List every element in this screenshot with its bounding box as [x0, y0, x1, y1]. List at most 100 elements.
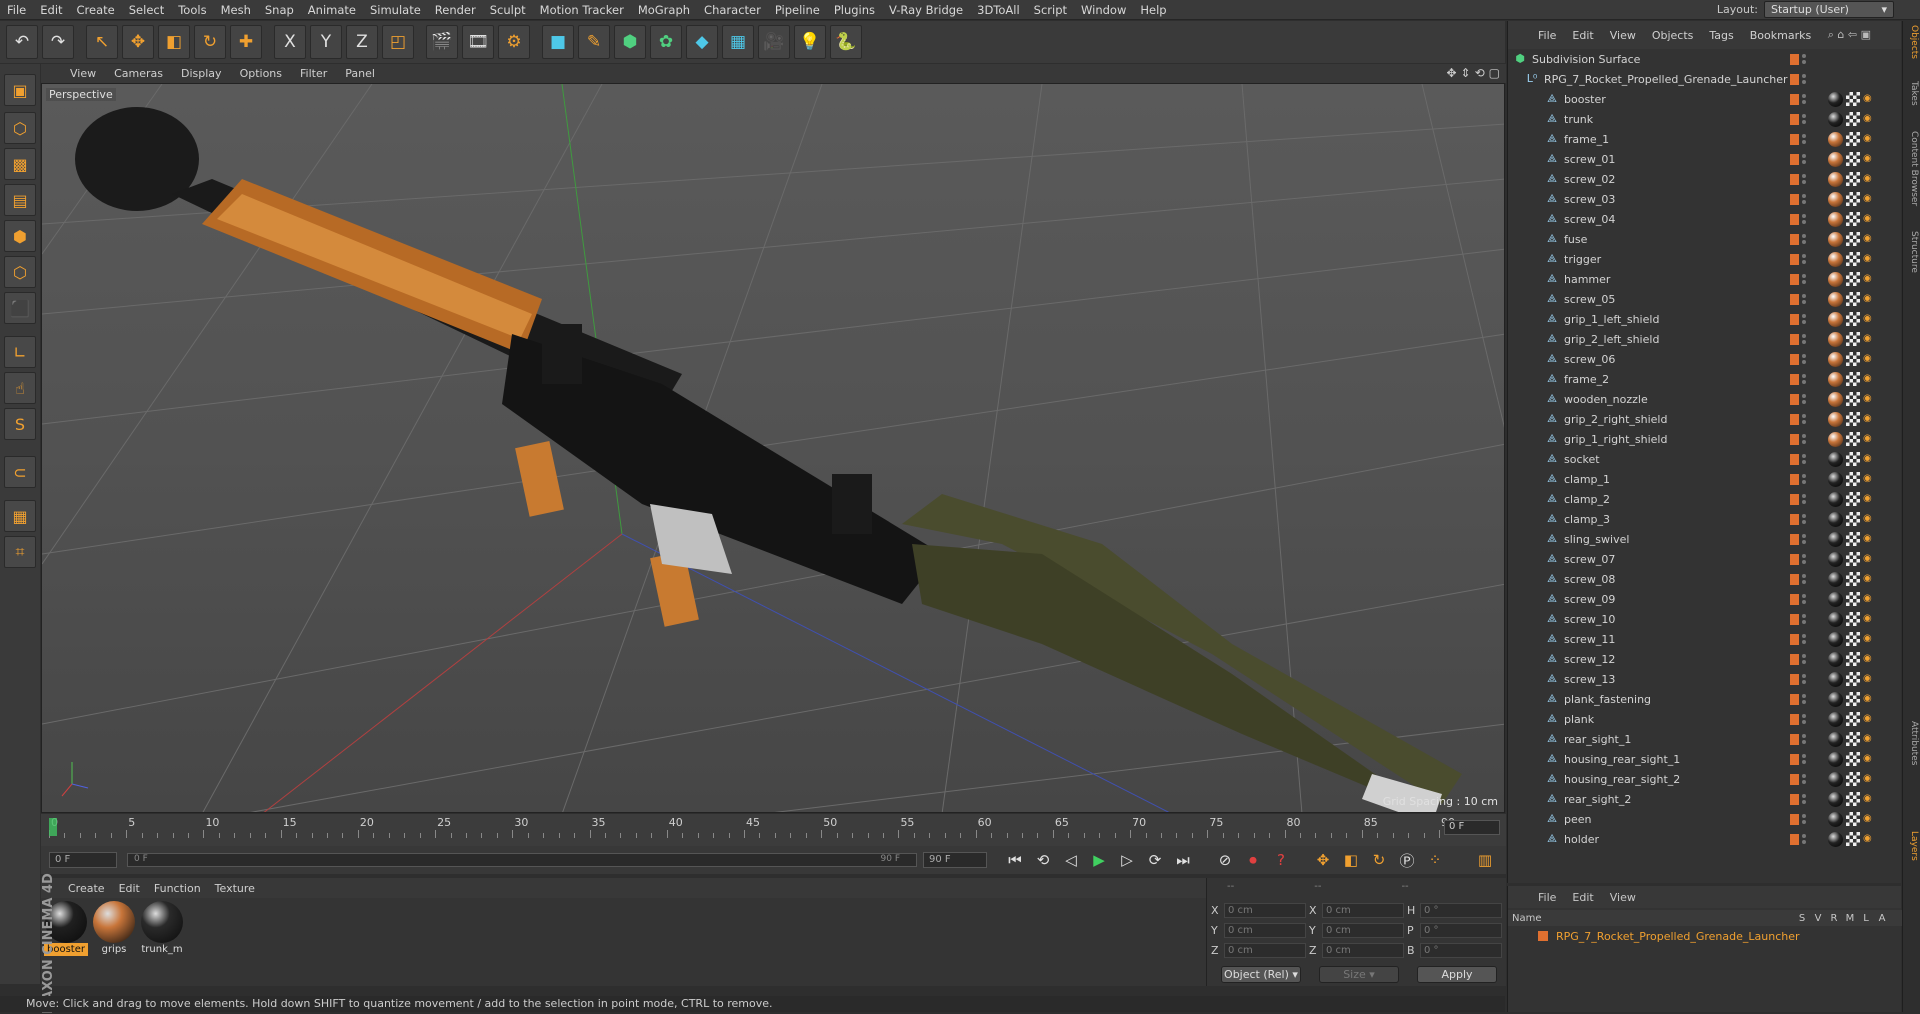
layer-swatch[interactable] — [1790, 553, 1799, 565]
snap-icon[interactable]: S — [4, 408, 36, 440]
uvw-tag-icon[interactable] — [1846, 532, 1860, 546]
cloner-icon[interactable]: ✿ — [650, 25, 682, 59]
axis-icon[interactable]: ∟ — [4, 336, 36, 368]
uvw-tag-icon[interactable] — [1846, 832, 1860, 846]
uvw-tag-icon[interactable] — [1846, 312, 1860, 326]
uvw-tag-icon[interactable] — [1846, 452, 1860, 466]
visibility-dots[interactable] — [1802, 333, 1806, 345]
layer-swatch[interactable] — [1790, 613, 1799, 625]
object-row[interactable]: ⟁ clamp_3 ◉ — [1508, 509, 1902, 529]
object-row[interactable]: ⟁ screw_03 ◉ — [1508, 189, 1902, 209]
layer-menu-view[interactable]: View — [1602, 891, 1644, 904]
side-tab-structure[interactable]: Structure — [1905, 231, 1919, 273]
phong-tag-icon[interactable]: ◉ — [1863, 453, 1875, 465]
render-view-icon[interactable]: 🎬 — [426, 25, 458, 59]
phong-tag-icon[interactable]: ◉ — [1863, 693, 1875, 705]
menu-plugins[interactable]: Plugins — [827, 3, 882, 17]
uvw-tag-icon[interactable] — [1846, 572, 1860, 586]
material-tag-icon[interactable] — [1828, 751, 1843, 767]
uvw-tag-icon[interactable] — [1846, 552, 1860, 566]
key-position-icon[interactable]: ✥ — [1311, 849, 1335, 871]
object-row[interactable]: ⟁ sling_swivel ◉ — [1508, 529, 1902, 549]
layer-swatch[interactable] — [1790, 693, 1799, 705]
visibility-dots[interactable] — [1802, 213, 1806, 225]
object-row[interactable]: ⟁ plank_fastening ◉ — [1508, 689, 1902, 709]
visibility-dots[interactable] — [1802, 653, 1806, 665]
render-picture-viewer-icon[interactable]: 🎞 — [462, 25, 494, 59]
object-menu-tags[interactable]: Tags — [1701, 29, 1741, 42]
coordinate-mode-dropdown[interactable]: Object (Rel) ▾ — [1221, 966, 1301, 983]
autokey-icon[interactable]: ⏺ — [1241, 849, 1265, 871]
timeline-ruler[interactable]: 051015202530354045505560657075808590 — [49, 816, 1459, 838]
key-parameter-icon[interactable]: Ⓟ — [1395, 849, 1419, 871]
phong-tag-icon[interactable]: ◉ — [1863, 473, 1875, 485]
uvw-tag-icon[interactable] — [1846, 352, 1860, 366]
viewport-menu-filter[interactable]: Filter — [291, 67, 336, 80]
uvw-tag-icon[interactable] — [1846, 652, 1860, 666]
uvw-tag-icon[interactable] — [1846, 372, 1860, 386]
phong-tag-icon[interactable]: ◉ — [1863, 633, 1875, 645]
material-tag-icon[interactable] — [1828, 331, 1843, 347]
visibility-dots[interactable] — [1802, 553, 1806, 565]
workplane-icon[interactable]: ▤ — [4, 184, 36, 216]
material-tag-icon[interactable] — [1828, 391, 1843, 407]
uvw-tag-icon[interactable] — [1846, 812, 1860, 826]
current-frame-field[interactable]: 0 F — [1444, 820, 1500, 835]
object-row[interactable]: ⟁ housing_rear_sight_2 ◉ — [1508, 769, 1902, 789]
material-menu-function[interactable]: Function — [147, 882, 208, 895]
menu-tools[interactable]: Tools — [171, 3, 213, 17]
layer-swatch[interactable] — [1790, 93, 1799, 105]
object-menu-edit[interactable]: Edit — [1564, 29, 1601, 42]
object-row[interactable]: ⟁ screw_12 ◉ — [1508, 649, 1902, 669]
layer-swatch[interactable] — [1790, 513, 1799, 525]
object-menu-file[interactable]: File — [1530, 29, 1564, 42]
phong-tag-icon[interactable]: ◉ — [1863, 413, 1875, 425]
layer-swatch[interactable] — [1790, 573, 1799, 585]
phong-tag-icon[interactable]: ◉ — [1863, 333, 1875, 345]
object-row[interactable]: ⟁ rear_sight_1 ◉ — [1508, 729, 1902, 749]
layer-swatch[interactable] — [1790, 253, 1799, 265]
phong-tag-icon[interactable]: ◉ — [1863, 573, 1875, 585]
viewport-menu-options[interactable]: Options — [231, 67, 291, 80]
menu-v-ray-bridge[interactable]: V-Ray Bridge — [882, 3, 970, 17]
layer-swatch[interactable] — [1790, 313, 1799, 325]
menu-pipeline[interactable]: Pipeline — [768, 3, 827, 17]
uvw-tag-icon[interactable] — [1846, 112, 1860, 126]
material-tag-icon[interactable] — [1828, 131, 1843, 147]
rpg-model[interactable] — [75, 107, 1462, 813]
go-to-end-icon[interactable]: ⏭ — [1171, 849, 1195, 871]
phong-tag-icon[interactable]: ◉ — [1863, 513, 1875, 525]
phong-tag-icon[interactable]: ◉ — [1863, 373, 1875, 385]
visibility-dots[interactable] — [1802, 273, 1806, 285]
layer-swatch[interactable] — [1790, 593, 1799, 605]
object-row[interactable]: ⟁ plank ◉ — [1508, 709, 1902, 729]
object-row[interactable]: ⟁ grip_1_left_shield ◉ — [1508, 309, 1902, 329]
object-row[interactable]: ⟁ screw_11 ◉ — [1508, 629, 1902, 649]
uvw-tag-icon[interactable] — [1846, 772, 1860, 786]
range-slider[interactable]: 0 F 90 F — [127, 853, 917, 867]
uvw-tag-icon[interactable] — [1846, 212, 1860, 226]
layer-swatch[interactable] — [1790, 413, 1799, 425]
material-tag-icon[interactable] — [1828, 351, 1843, 367]
layer-swatch[interactable] — [1790, 333, 1799, 345]
uvw-tag-icon[interactable] — [1846, 152, 1860, 166]
material-grips[interactable]: grips — [92, 901, 136, 959]
visibility-dots[interactable] — [1802, 573, 1806, 585]
key-scale-icon[interactable]: ◧ — [1339, 849, 1363, 871]
layer-swatch[interactable] — [1790, 433, 1799, 445]
menu-select[interactable]: Select — [122, 3, 171, 17]
key-rotation-icon[interactable]: ↻ — [1367, 849, 1391, 871]
recent-tool-icon[interactable]: ✚ — [230, 25, 262, 59]
layer-swatch[interactable] — [1790, 453, 1799, 465]
key-point-level-icon[interactable]: ⁘ — [1423, 849, 1447, 871]
uvw-tag-icon[interactable] — [1846, 252, 1860, 266]
visibility-dots[interactable] — [1802, 513, 1806, 525]
object-row[interactable]: ⟁ screw_09 ◉ — [1508, 589, 1902, 609]
uvw-tag-icon[interactable] — [1846, 232, 1860, 246]
menu-animate[interactable]: Animate — [301, 3, 363, 17]
uvw-tag-icon[interactable] — [1846, 192, 1860, 206]
object-menu-view[interactable]: View — [1602, 29, 1644, 42]
menu-file[interactable]: File — [0, 3, 33, 17]
side-tab-layers[interactable]: Layers — [1905, 831, 1919, 861]
viewport-menu-display[interactable]: Display — [172, 67, 231, 80]
